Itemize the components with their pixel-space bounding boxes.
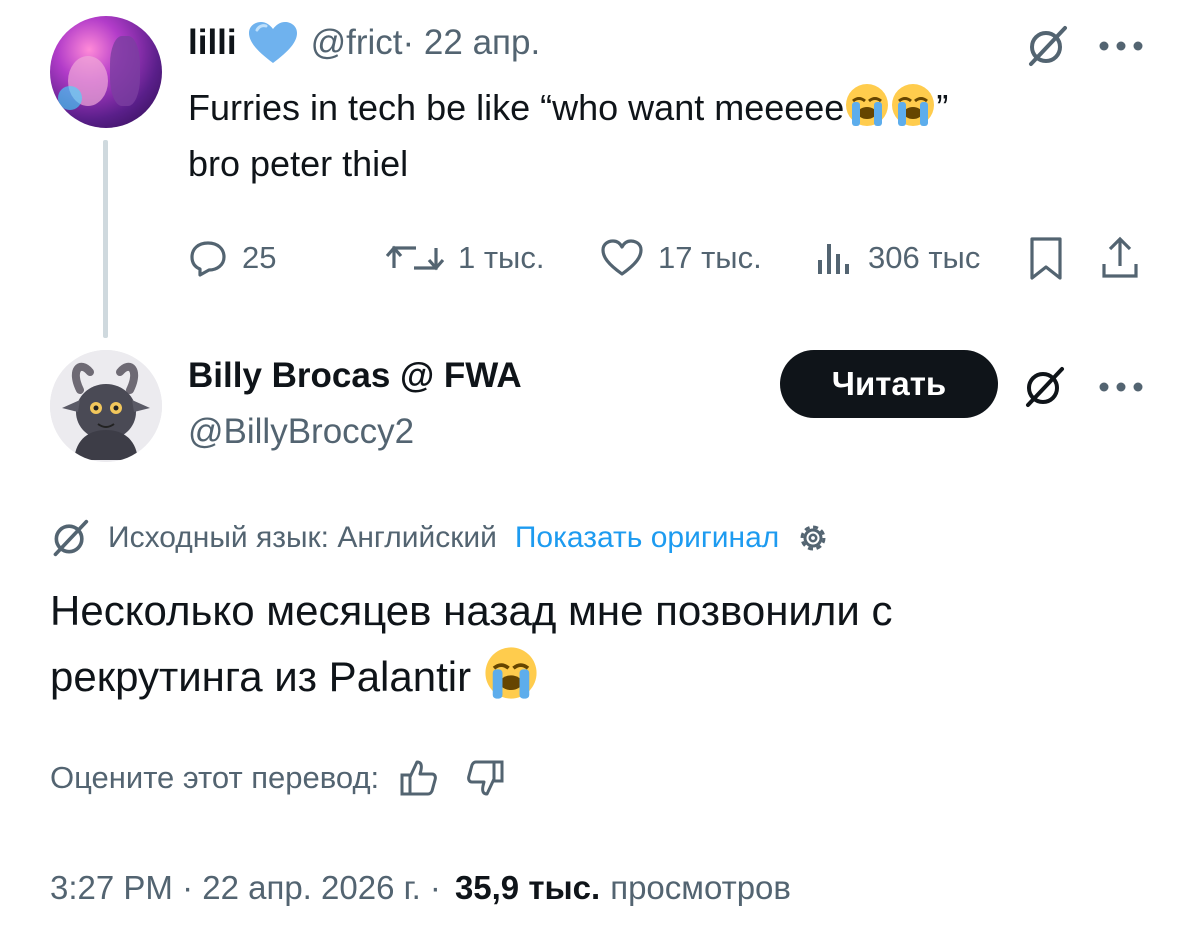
grok-icon[interactable] xyxy=(1025,24,1069,68)
rate-translation-row: Оцените этот перевод: xyxy=(50,750,505,806)
parent-avatar[interactable] xyxy=(50,16,162,128)
repost-icon xyxy=(386,245,444,271)
like-button[interactable]: 17 тыс. xyxy=(600,230,762,286)
follow-button[interactable]: Читать xyxy=(780,350,998,418)
parent-tweet-date[interactable]: · 22 апр. xyxy=(403,23,541,63)
author-name[interactable]: Billy Brocas @ FWA xyxy=(188,356,522,396)
author-avatar[interactable] xyxy=(50,350,162,462)
tweet-meta: 3:27 PM · 22 апр. 2026 г. · 35,9 тыс. пр… xyxy=(50,860,791,916)
parent-tweet-text-line2: bro peter thiel xyxy=(188,143,409,184)
thread-line xyxy=(103,140,108,338)
reply-icon xyxy=(190,241,226,277)
bookmark-icon[interactable] xyxy=(1028,236,1064,282)
views-button[interactable]: 306 тыс xyxy=(814,230,980,286)
show-original-link[interactable]: Показать оригинал xyxy=(515,521,779,555)
like-count: 17 тыс. xyxy=(658,240,762,275)
loudly-crying-face-icon xyxy=(892,84,935,126)
tweet-text: Несколько месяцев назад мне позвонили с … xyxy=(50,578,1150,710)
views-count: 35,9 тыс. xyxy=(454,869,601,906)
parent-tweet-header: lilli @frict · 22 апр. xyxy=(188,18,540,68)
gear-icon[interactable] xyxy=(795,520,831,556)
loudly-crying-face-icon xyxy=(846,84,889,126)
grok-icon xyxy=(53,519,89,557)
tweet-timestamp[interactable]: 3:27 PM · 22 апр. 2026 г. · xyxy=(50,869,441,907)
share-icon[interactable] xyxy=(1100,236,1140,280)
loudly-crying-face-icon xyxy=(485,647,537,699)
parent-tweet-text-line1: Furries in tech be like “who want meeeee xyxy=(188,87,845,128)
rate-translation-label: Оцените этот перевод: xyxy=(50,760,380,795)
reply-count: 25 xyxy=(242,240,277,275)
more-icon[interactable] xyxy=(1098,40,1144,52)
like-icon xyxy=(601,239,643,276)
grok-icon[interactable] xyxy=(1022,365,1066,409)
parent-tweet-text-quote-end: ” xyxy=(936,87,949,128)
repost-count: 1 тыс. xyxy=(458,240,545,275)
repost-button[interactable]: 1 тыс. xyxy=(386,230,544,286)
parent-author-handle[interactable]: @frict xyxy=(311,23,403,63)
views-count: 306 тыс xyxy=(868,240,981,275)
translation-bar: Исходный язык: Английский Показать ориги… xyxy=(50,512,831,564)
views-icon xyxy=(818,244,849,274)
parent-author-name[interactable]: lilli xyxy=(188,23,237,63)
thumbs-down-icon[interactable] xyxy=(465,758,505,798)
tweet-text-line1: Несколько месяцев назад мне позвонили с xyxy=(50,587,893,634)
tweet-text-line2: рекрутинга из Palantir xyxy=(50,653,483,700)
source-language-label: Исходный язык: Английский xyxy=(108,521,497,554)
verified-heart-icon xyxy=(248,22,297,63)
reply-button[interactable]: 25 xyxy=(188,230,276,286)
goat-avatar-image xyxy=(50,350,162,462)
thumbs-up-icon[interactable] xyxy=(399,758,439,798)
parent-tweet-actions: 25 1 тыс. 17 тыс. 306 тыс xyxy=(188,230,1148,286)
views-label: просмотров xyxy=(610,869,791,906)
parent-tweet-text: Furries in tech be like “who want meeeee… xyxy=(188,80,1148,192)
more-icon[interactable] xyxy=(1098,381,1144,393)
author-handle[interactable]: @BillyBroccy2 xyxy=(188,412,414,452)
